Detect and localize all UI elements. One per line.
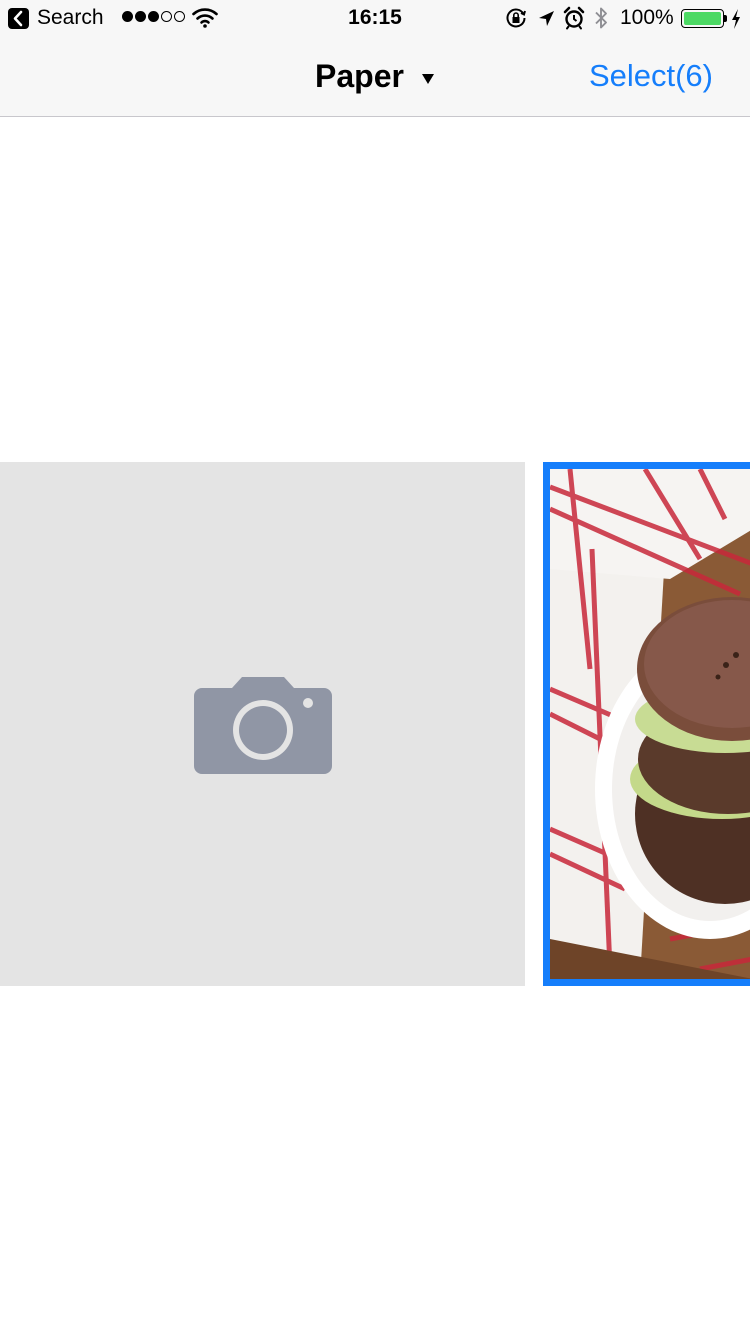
photo-placeholder-tile[interactable] xyxy=(0,462,525,986)
orientation-lock-icon xyxy=(505,7,527,34)
selected-photo-tile[interactable] xyxy=(543,462,750,986)
location-arrow-icon xyxy=(537,8,557,33)
camera-icon xyxy=(194,676,332,779)
album-title-dropdown[interactable]: Paper xyxy=(315,57,404,95)
caret-down-icon[interactable] xyxy=(421,72,435,90)
charging-bolt-icon xyxy=(730,8,742,35)
battery-cap xyxy=(724,15,727,22)
battery-icon xyxy=(681,9,724,28)
navigation-bar: Paper Select(6) xyxy=(0,40,750,117)
sandwich-cookie-photo xyxy=(550,469,750,979)
alarm-icon xyxy=(563,6,585,35)
select-button[interactable]: Select(6) xyxy=(589,57,713,95)
status-bar: Search 16:15 100% xyxy=(0,0,750,40)
photo-grid xyxy=(0,118,750,1333)
battery-level-fill xyxy=(684,12,721,25)
battery-percent: 100% xyxy=(620,6,674,29)
bluetooth-icon xyxy=(594,5,608,36)
